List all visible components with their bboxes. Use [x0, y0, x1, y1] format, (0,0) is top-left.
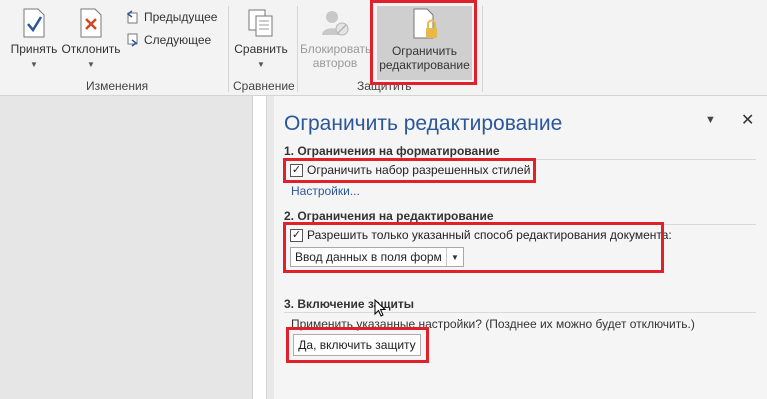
- previous-icon: [126, 10, 138, 24]
- group-compare-label: Сравнение: [233, 79, 295, 93]
- group-separator: [297, 6, 298, 92]
- ribbon: Принять ▼ Отклонить ▼ Предыдущее Следующ…: [0, 0, 767, 96]
- pane-title: Ограничить редактирование: [284, 112, 563, 135]
- accept-button[interactable]: Принять ▼: [10, 8, 58, 72]
- document-page[interactable]: [252, 96, 267, 399]
- accept-icon: [23, 8, 45, 38]
- restrict-editing-pane: Ограничить редактирование ▼ ✕ 1. Огранич…: [274, 96, 767, 399]
- close-icon[interactable]: ✕: [741, 110, 754, 130]
- group-changes-label: Изменения: [86, 79, 149, 93]
- chevron-down-icon: ▼: [257, 60, 265, 69]
- highlight-restrict-button: [370, 0, 477, 85]
- compare-label: Сравнить: [234, 42, 288, 56]
- block-authors-label-1: Блокировать: [300, 42, 372, 56]
- chevron-down-icon: ▼: [30, 60, 38, 69]
- document-background: [0, 96, 252, 399]
- block-authors-label-2: авторов: [312, 56, 358, 70]
- accept-label: Принять: [10, 42, 58, 56]
- block-authors-icon: [322, 11, 349, 36]
- next-icon: [127, 33, 138, 47]
- chevron-down-icon: ▼: [87, 60, 95, 69]
- section3-divider: [284, 312, 756, 313]
- mouse-cursor-icon: [374, 299, 387, 317]
- reject-label: Отклонить: [61, 42, 121, 56]
- settings-link[interactable]: Настройки...: [291, 184, 360, 198]
- group-separator: [228, 6, 229, 92]
- section2-heading: 2. Ограничения на редактирование: [284, 209, 494, 223]
- highlight-restrict-styles: [283, 158, 536, 183]
- compare-button[interactable]: Сравнить ▼: [233, 8, 289, 72]
- previous-label: Предыдущее: [144, 10, 218, 24]
- group-separator: [482, 6, 483, 92]
- pane-menu-icon[interactable]: ▼: [705, 114, 716, 126]
- highlight-enable-protection: [286, 327, 429, 363]
- next-button[interactable]: Следующее: [126, 33, 211, 47]
- highlight-allow-editing: [283, 222, 664, 273]
- reject-icon: [80, 8, 102, 38]
- section1-heading: 1. Ограничения на форматирование: [284, 144, 500, 158]
- block-authors-button[interactable]: Блокировать авторов: [300, 8, 372, 70]
- section3-heading: 3. Включение защиты: [284, 297, 414, 311]
- previous-button[interactable]: Предыдущее: [126, 10, 217, 24]
- next-label: Следующее: [144, 33, 212, 47]
- compare-icon: [248, 9, 273, 37]
- reject-button[interactable]: Отклонить ▼: [60, 8, 122, 72]
